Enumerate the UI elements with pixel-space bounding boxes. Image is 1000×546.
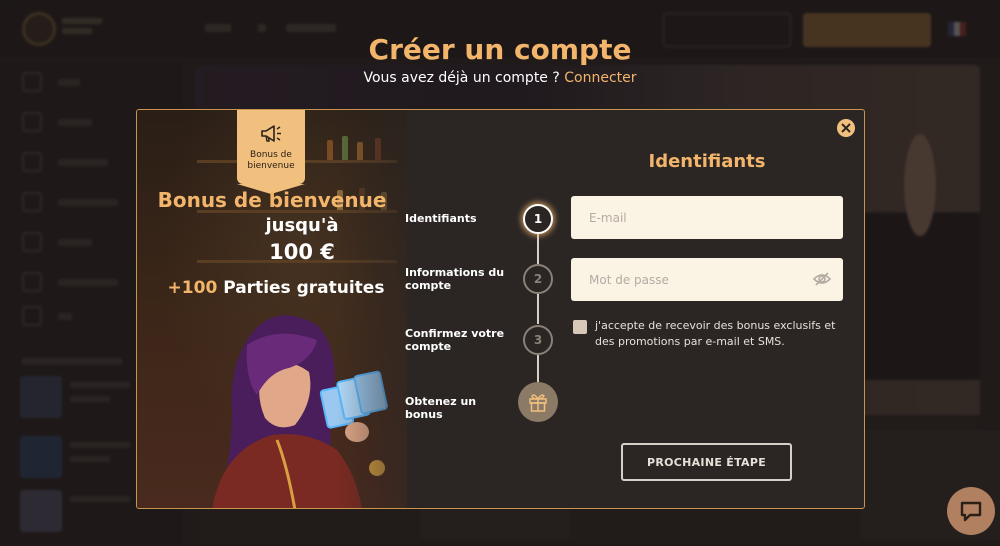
page-title: Créer un compte: [368, 33, 632, 66]
promo-spins-count: +100: [167, 278, 218, 298]
step-connector: [537, 294, 539, 324]
step-label-credentials: Identifiants: [405, 212, 477, 225]
step-label-bonus: Obtenez un bonus: [405, 395, 477, 421]
promo-spins-text: Parties gratuites: [223, 278, 385, 298]
chat-button[interactable]: [947, 487, 995, 535]
step-label-confirm: Confirmez votre compte: [405, 327, 505, 353]
gift-icon: [529, 394, 547, 412]
step-3-circle: 3: [523, 325, 553, 355]
consent-checkbox[interactable]: [573, 320, 587, 334]
bottle: [327, 140, 333, 160]
bonus-ribbon: Bonus de bienvenue: [237, 110, 305, 194]
step-2-circle: 2: [523, 264, 553, 294]
promo-title: Bonus de bienvenue: [157, 188, 387, 212]
chat-icon: [960, 501, 982, 522]
ribbon-label: Bonus de bienvenue: [247, 150, 295, 171]
next-step-button[interactable]: PROCHAINE ÉTAPE: [621, 443, 792, 481]
step-1-circle: 1: [523, 204, 553, 234]
promo-amount: 100 €: [269, 240, 335, 264]
promo-free-spins: +100 Parties gratuites: [137, 278, 407, 298]
close-icon: [841, 123, 851, 133]
signup-modal: Bonus de bienvenue Bonus de bienvenue ju…: [136, 109, 865, 509]
password-field[interactable]: [571, 258, 843, 301]
form-title: Identifiants: [648, 151, 766, 172]
step-connector: [537, 234, 539, 264]
eye-off-icon[interactable]: [812, 269, 832, 289]
step-connector: [537, 355, 539, 383]
megaphone-icon: [261, 125, 281, 142]
step-label-account-info: Informations du compte: [405, 266, 505, 292]
email-field[interactable]: [571, 196, 843, 239]
promo-up-to: jusqu'à: [265, 215, 339, 236]
close-button[interactable]: [835, 117, 857, 139]
consent-text: j'accepte de recevoir des bonus exclusif…: [595, 319, 836, 348]
login-link[interactable]: Connecter: [564, 70, 636, 86]
have-account-text: Vous avez déjà un compte ?: [363, 70, 560, 86]
promo-fade: [337, 110, 517, 508]
step-bonus-circle: [518, 382, 558, 422]
have-account-line: Vous avez déjà un compte ? Connecter: [0, 70, 1000, 86]
